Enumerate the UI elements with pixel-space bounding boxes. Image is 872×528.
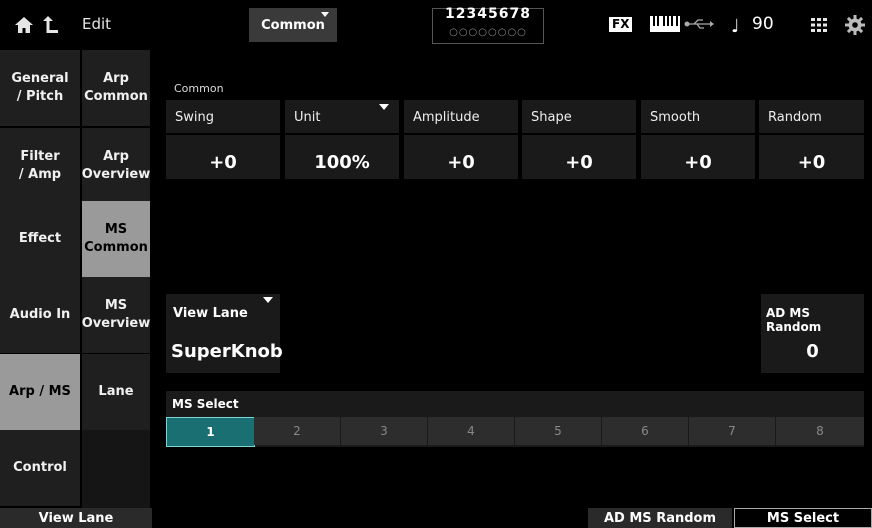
view-lane-value: SuperKnob: [171, 341, 283, 362]
parts-numbers: 12345678: [445, 6, 531, 22]
view-lane-dropdown[interactable]: View Lane SuperKnob: [166, 294, 283, 373]
subtab-label: MS Common: [84, 222, 148, 255]
ms-select-group: MS Select 1 2 3 4 5 6 7 8: [166, 391, 864, 447]
param-value: +0: [684, 152, 712, 173]
ms-select-8-button[interactable]: 8: [776, 417, 864, 445]
param-label: Amplitude: [413, 110, 480, 125]
ms-select-1-button[interactable]: 1: [166, 417, 255, 447]
view-lane-label: View Lane: [173, 306, 248, 321]
param-value: 100%: [314, 152, 370, 173]
ad-ms-random-label: AD MS Random: [766, 306, 822, 334]
ms-select-6-button[interactable]: 6: [602, 417, 688, 445]
divider: [641, 133, 755, 135]
param-value: +0: [565, 152, 593, 173]
dropdown-triangle-icon: [321, 12, 329, 17]
edit-label: Edit: [82, 15, 112, 33]
random-param[interactable]: Random +0: [759, 100, 864, 179]
shape-param[interactable]: Shape +0: [522, 100, 636, 179]
keyboard-icon: [650, 16, 680, 32]
view-lane-button[interactable]: View Lane: [0, 508, 152, 528]
swing-param[interactable]: Swing +0: [166, 100, 280, 179]
ms-select-button[interactable]: MS Select: [734, 508, 872, 528]
divider: [285, 133, 399, 135]
subtab-ms-common[interactable]: MS Common: [82, 201, 150, 277]
subtab-label: Arp Common: [84, 71, 148, 104]
gear-icon[interactable]: [845, 15, 865, 35]
subtab-label: Lane: [98, 384, 134, 399]
tab-label: Effect: [18, 231, 62, 246]
back-up-icon[interactable]: [42, 14, 60, 34]
grid-icon[interactable]: [811, 18, 827, 32]
tab-label: Audio In: [9, 307, 71, 322]
tempo-value[interactable]: 90: [752, 14, 774, 34]
divider: [759, 133, 864, 135]
ms-select-label: MS Select: [172, 397, 239, 411]
param-label: Unit: [294, 110, 321, 125]
parts-dots: ○○○○○○○○: [449, 27, 527, 38]
part-select-dropdown[interactable]: Common: [249, 8, 337, 42]
ad-ms-random-value: 0: [806, 341, 819, 362]
subtab-empty: [82, 430, 150, 508]
tab-label: Filter / Amp: [18, 149, 62, 182]
subtab-ms-overview[interactable]: MS Overview: [82, 277, 150, 353]
top-bar: Edit Common 12345678 ○○○○○○○○ FX ♩ 90: [0, 0, 872, 50]
param-label: Shape: [531, 110, 572, 125]
fx-badge[interactable]: FX: [609, 17, 633, 32]
unit-param[interactable]: Unit 100%: [285, 100, 399, 179]
ad-ms-random-button[interactable]: AD MS Random: [588, 508, 732, 528]
subtab-label: Arp Overview: [81, 149, 151, 182]
ad-ms-random-param[interactable]: AD MS Random 0: [761, 294, 864, 373]
tab-filter-amp[interactable]: Filter / Amp: [0, 128, 80, 204]
divider: [404, 133, 518, 135]
divider: [166, 133, 280, 135]
tab-label: General / Pitch: [11, 71, 69, 104]
amplitude-param[interactable]: Amplitude +0: [404, 100, 518, 179]
tab-arp-ms[interactable]: Arp / MS: [0, 354, 80, 430]
divider: [522, 133, 636, 135]
ms-select-5-button[interactable]: 5: [515, 417, 601, 445]
param-value: +0: [447, 152, 475, 173]
param-label: Swing: [175, 110, 214, 125]
subtab-label: MS Overview: [81, 298, 151, 331]
home-icon[interactable]: [14, 16, 34, 34]
tab-effect[interactable]: Effect: [0, 201, 80, 277]
ms-select-3-button[interactable]: 3: [341, 417, 427, 445]
param-label: Random: [768, 110, 822, 125]
subtab-arp-overview[interactable]: Arp Overview: [82, 128, 150, 204]
ms-select-4-button[interactable]: 4: [428, 417, 514, 445]
param-value: +0: [797, 152, 826, 173]
subtab-arp-common[interactable]: Arp Common: [82, 50, 150, 126]
dropdown-triangle-icon: [263, 297, 273, 303]
dropdown-triangle-icon: [379, 104, 389, 110]
tab-control[interactable]: Control: [0, 430, 80, 506]
tab-audio-in[interactable]: Audio In: [0, 277, 80, 353]
subtab-lane[interactable]: Lane: [82, 354, 150, 430]
smooth-param[interactable]: Smooth +0: [641, 100, 755, 179]
common-section-label: Common: [174, 82, 224, 95]
tab-general-pitch[interactable]: General / Pitch: [0, 50, 80, 126]
ms-select-2-button[interactable]: 2: [254, 417, 340, 445]
usb-icon: [684, 19, 714, 29]
param-value: +0: [209, 152, 237, 173]
tab-label: Arp / MS: [9, 384, 71, 399]
ms-select-7-button[interactable]: 7: [689, 417, 775, 445]
tab-label: Control: [13, 460, 67, 475]
param-label: Smooth: [650, 110, 701, 125]
part-select-value: Common: [261, 17, 325, 33]
quarter-note-icon: ♩: [731, 16, 740, 37]
